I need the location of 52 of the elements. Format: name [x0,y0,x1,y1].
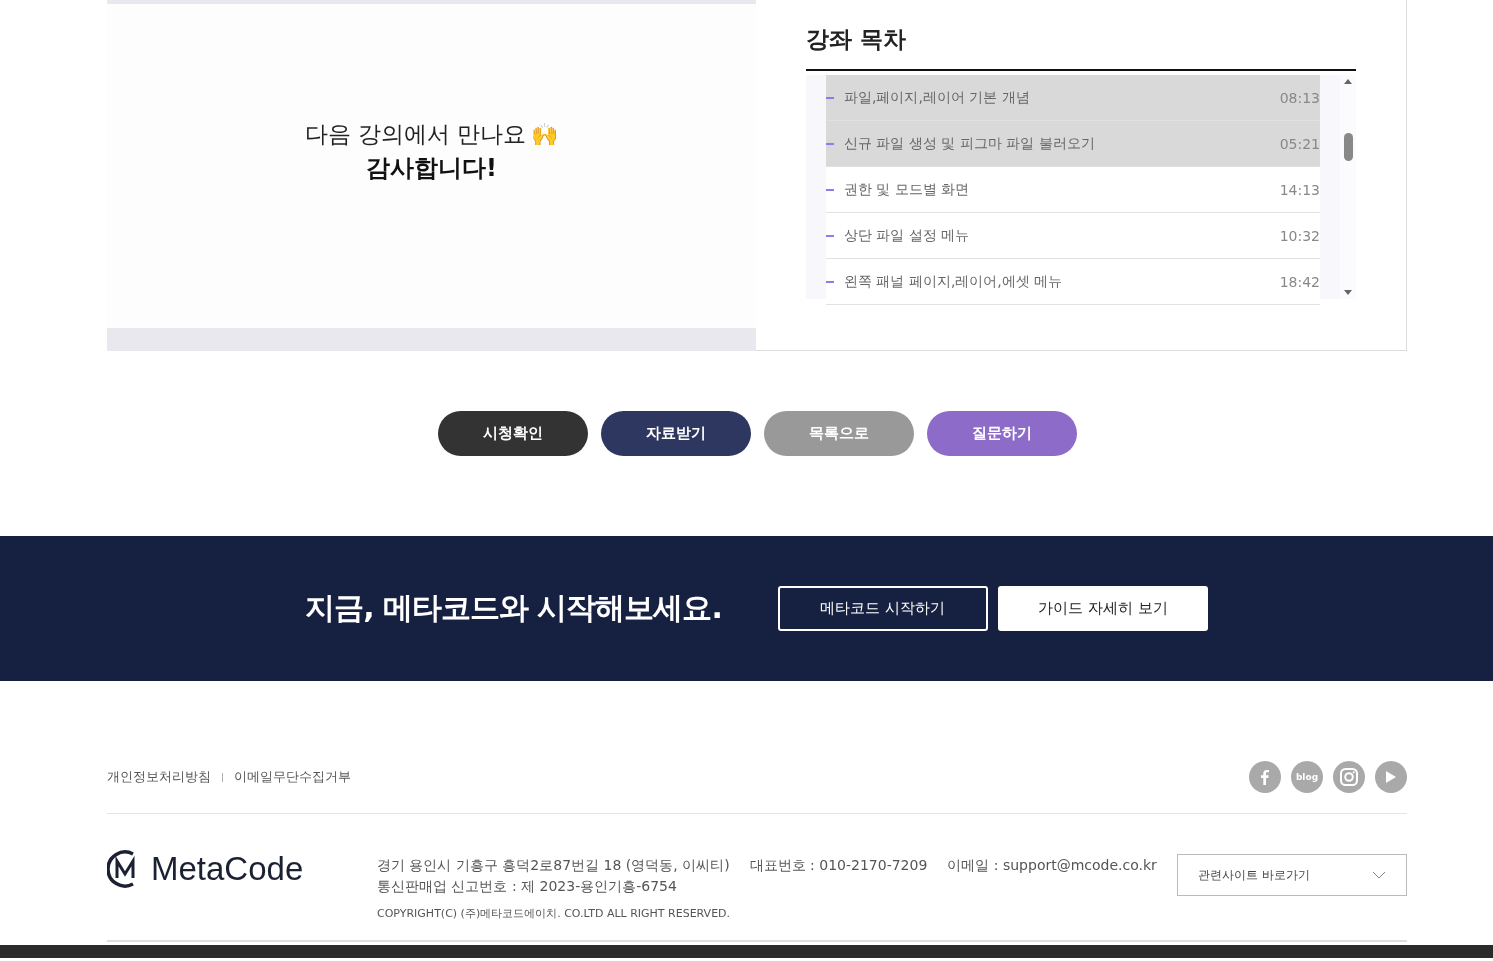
company-info: 통신판매업 신고번호 : 제 2023-용인기흥-6754 [377,878,677,896]
curriculum-title: 강좌 목차 [806,24,1356,71]
chevron-down-icon [1372,871,1386,879]
select-placeholder: 관련사이트 바로가기 [1198,866,1310,884]
lesson-item[interactable]: 신규 파일 생성 및 피그마 파일 불러오기 05:21 [826,121,1320,167]
link-separator: | [221,772,225,782]
instagram-icon [1340,768,1358,786]
lesson-title: 권한 및 모드별 화면 [844,180,971,199]
action-button[interactable]: 질문하기 [926,411,1077,456]
banner-button[interactable]: 메타코드 시작하기 [777,586,988,631]
lesson-duration: 05:21 [1279,135,1320,152]
dash-icon [826,96,834,99]
action-button[interactable]: 시청확인 [437,411,588,456]
footer-link[interactable]: 개인정보처리방침 [107,768,211,786]
lesson-item[interactable]: 권한 및 모드별 화면 14:13 [826,167,1320,213]
dash-icon [826,142,834,145]
social-button[interactable] [1375,761,1407,793]
lesson-item[interactable]: 상단 파일 설정 메뉴 10:32 [826,213,1320,259]
lesson-item[interactable]: 파일,페이지,레이어 기본 개념 08:13 [826,75,1320,121]
raised-hands-emoji: 🙌 [531,121,559,147]
scroll-down-icon[interactable] [1344,290,1352,295]
lesson-title: 파일,페이지,레이어 기본 개념 [844,88,1031,107]
video-thanks: 감사합니다! [366,152,497,184]
lesson-duration: 08:13 [1279,89,1320,106]
scrollbar[interactable] [1340,75,1356,299]
banner-button[interactable]: 가이드 자세히 보기 [997,586,1208,631]
lesson-duration: 14:13 [1279,181,1320,198]
logo-text: MetaCode [151,850,304,888]
lesson-title: 왼쪽 패널 페이지,레이어,에셋 메뉴 [844,272,1064,291]
company-info: 경기 용인시 기흥구 흥덕2로87번길 18 (영덕동, 이씨티) [377,857,730,875]
dash-icon [826,188,834,191]
footer-link[interactable]: 이메일무단수집거부 [234,768,352,786]
lesson-item[interactable]: 왼쪽 패널 페이지,레이어,에셋 메뉴 18:42 [826,259,1320,305]
lesson-duration: 10:32 [1279,227,1320,244]
social-button[interactable] [1333,761,1365,793]
company-info: 대표번호 : 010-2170-7209 [749,857,928,875]
facebook-icon [1261,769,1269,785]
dash-icon [826,280,834,283]
site-select[interactable]: 관련사이트 바로가기 [1177,854,1407,896]
social-button[interactable] [1249,761,1281,793]
scroll-up-icon[interactable] [1344,79,1352,84]
video-message: 다음 강의에서 만나요 [304,120,527,147]
company-info: 이메일 : support@mcode.co.kr [947,857,1157,875]
lesson-duration: 18:42 [1279,273,1320,290]
banner-headline: 지금, 메타코드와 시작해보세요. [305,589,722,627]
copyright-text: COPYRIGHT(C) (주)메타코드에이치. CO.LTD ALL RIGHT RESERVED. [377,906,732,921]
lesson-title: 상단 파일 설정 메뉴 [844,226,971,245]
action-button[interactable]: 자료받기 [600,411,751,456]
lesson-title: 신규 파일 생성 및 피그마 파일 불러오기 [844,134,1096,153]
play-icon [1386,771,1396,783]
scrollbar-thumb[interactable] [1344,133,1353,161]
dash-icon [826,234,834,237]
